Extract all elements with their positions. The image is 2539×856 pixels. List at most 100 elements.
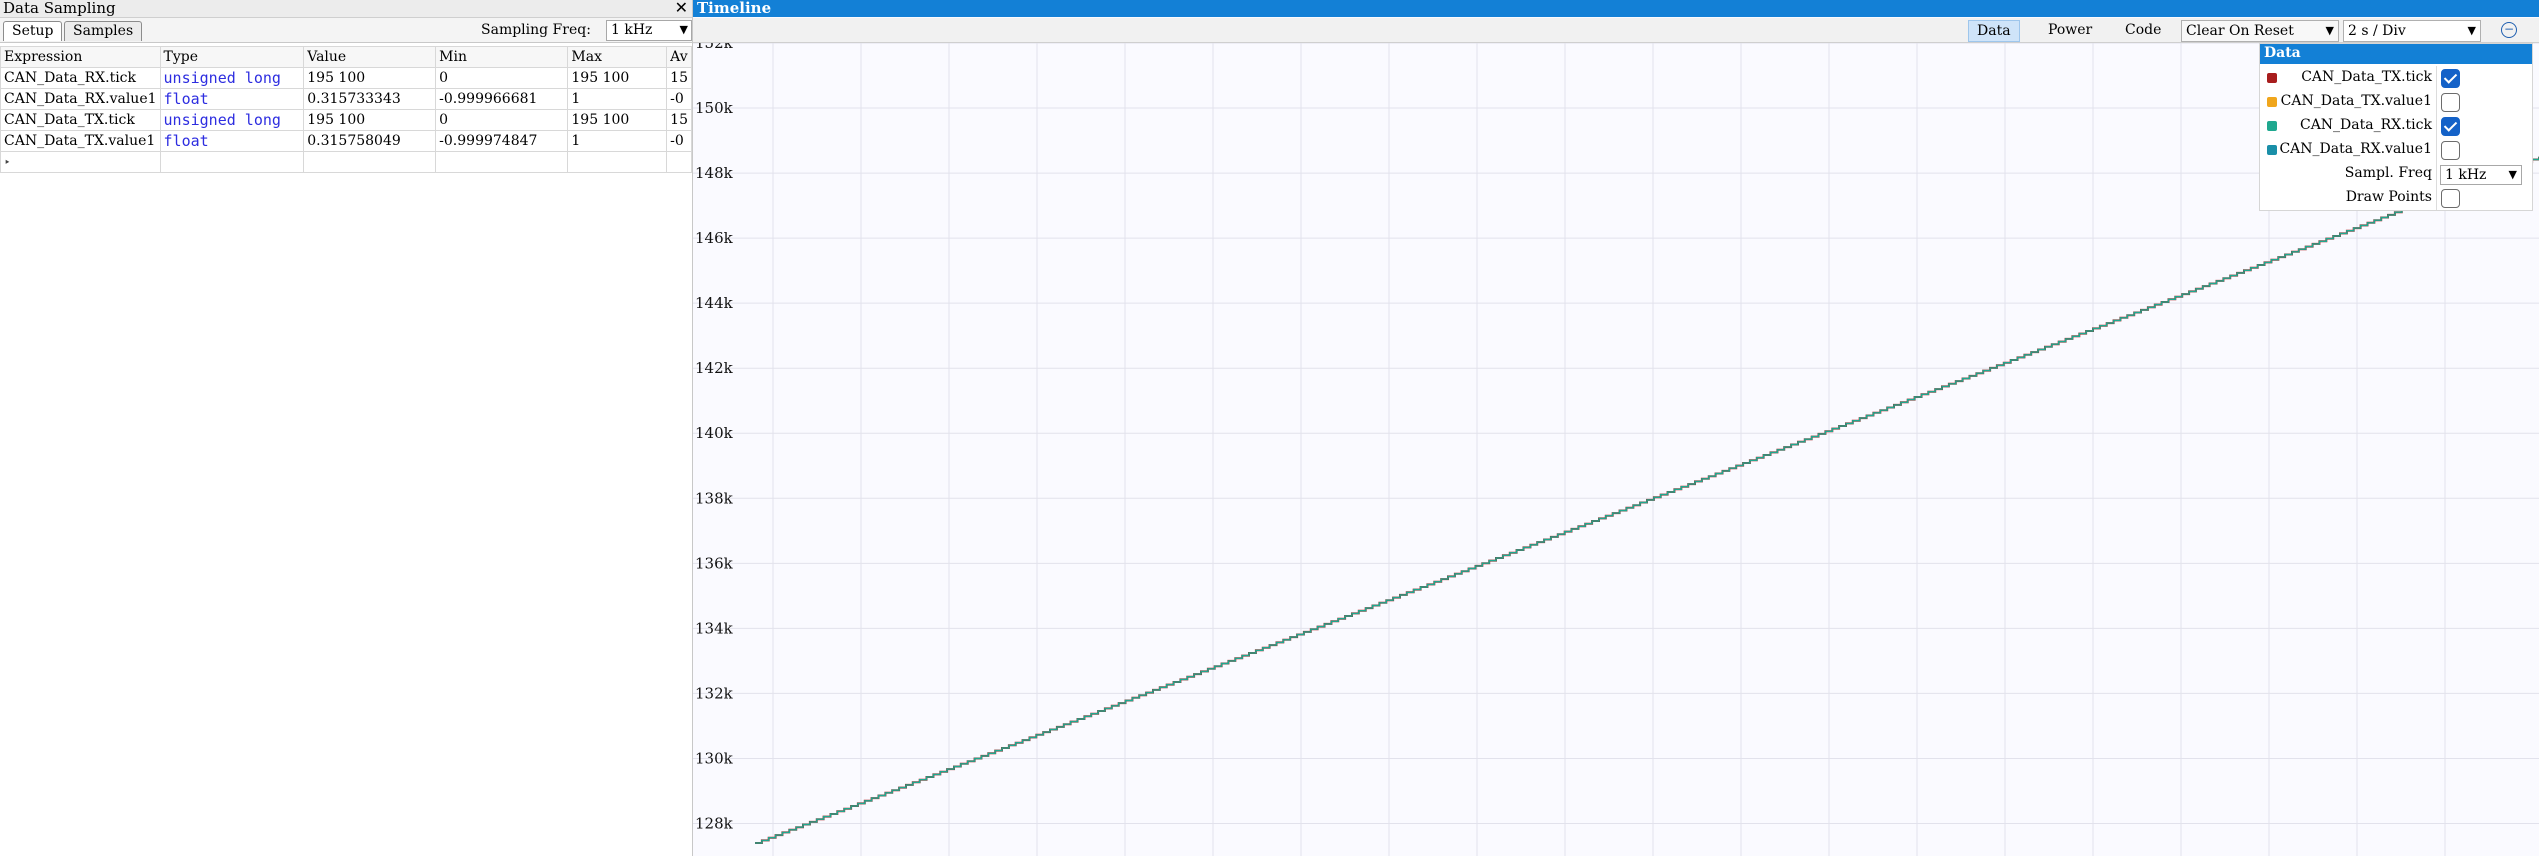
average-cell: 15 [666, 67, 692, 89]
y-tick-label: 136k [695, 554, 734, 572]
y-tick-label: 148k [695, 164, 734, 182]
timeline-panel: Timeline Data Power Code Clear On Reset … [693, 0, 2539, 856]
table-row[interactable]: CAN_Data_TX.value1 float 0.315758049 -0.… [0, 130, 692, 152]
tab-setup[interactable]: Setup [3, 21, 63, 41]
legend-label: CAN_Data_TX.tick [2301, 69, 2432, 85]
sampling-freq-select[interactable]: 1 kHz ▼ [606, 20, 692, 41]
max-cell: 195 100 [567, 109, 668, 131]
data-legend-panel: Data CAN_Data_TX.tick CAN_Data_TX.value1… [2259, 43, 2533, 211]
type-cell: float [159, 88, 305, 110]
average-cell: 15 [666, 109, 692, 131]
data-sampling-toolbar: Setup Samples Sampling Freq: 1 kHz ▼ [0, 18, 692, 43]
series-visible-checkbox[interactable] [2441, 69, 2460, 88]
legend-title: Data [2264, 45, 2301, 61]
sampl-freq-value: 1 kHz [2445, 167, 2487, 183]
average-cell: -0 [666, 130, 692, 152]
table-header-row: ^ Expression Type Value Min Max Av [0, 46, 692, 68]
code-view-button[interactable]: Code [2117, 20, 2169, 40]
min-cell: 0 [435, 67, 569, 89]
legend-item: CAN_Data_TX.value1 [2260, 90, 2532, 114]
time-per-div-value: 2 s / Div [2348, 23, 2406, 39]
plot-series [755, 156, 2539, 844]
column-header-type[interactable]: Type [159, 46, 305, 68]
empty-cell [159, 151, 305, 173]
power-view-button[interactable]: Power [2040, 20, 2100, 40]
legend-swatch [2267, 97, 2277, 107]
data-sampling-title-bar: Data Sampling ✕ [0, 0, 692, 18]
value-cell: 0.315733343 [303, 88, 437, 110]
expression-table: ^ Expression Type Value Min Max Av CAN_Da… [0, 46, 692, 173]
legend-swatch [2267, 121, 2277, 131]
expression-cell[interactable]: CAN_Data_TX.tick [0, 109, 161, 131]
empty-cell [435, 151, 569, 173]
tab-samples[interactable]: Samples [64, 21, 143, 41]
value-cell: 195 100 [303, 67, 437, 89]
y-tick-label: 134k [695, 619, 734, 637]
max-cell: 1 [567, 130, 668, 152]
min-cell: -0.999974847 [435, 130, 569, 152]
clear-mode-select[interactable]: Clear On Reset ▼ [2181, 20, 2339, 42]
timeline-title: Timeline [697, 0, 772, 17]
legend-divider [2436, 66, 2437, 90]
series-visible-checkbox[interactable] [2441, 141, 2460, 160]
series-visible-checkbox[interactable] [2441, 93, 2460, 112]
legend-swatch [2267, 145, 2277, 155]
y-tick-label: 130k [695, 749, 734, 767]
value-cell: 195 100 [303, 109, 437, 131]
draw-points-row: Draw Points [2260, 186, 2532, 210]
max-cell: 1 [567, 88, 668, 110]
draw-points-checkbox[interactable] [2441, 189, 2460, 208]
legend-divider [2436, 162, 2437, 186]
empty-cell [303, 151, 437, 173]
column-header-min[interactable]: Min [435, 46, 569, 68]
legend-label: CAN_Data_RX.tick [2299, 117, 2432, 133]
expression-cell[interactable]: CAN_Data_RX.tick [0, 67, 161, 89]
sampl-freq-select[interactable]: 1 kHz ▼ [2440, 165, 2522, 185]
legend-divider [2436, 114, 2437, 138]
timeline-toolbar: Data Power Code Clear On Reset ▼ 2 s / D… [693, 18, 2539, 43]
series-line-can-data-rx-tick [755, 156, 2539, 844]
draw-points-label: Draw Points [2345, 189, 2432, 205]
chevron-down-icon: ▼ [679, 23, 688, 36]
legend-item: CAN_Data_RX.value1 [2260, 138, 2532, 162]
new-expression-row[interactable]: ‣ [0, 151, 692, 173]
time-per-div-select[interactable]: 2 s / Div ▼ [2343, 20, 2481, 42]
chevron-down-icon: ▼ [2467, 24, 2476, 37]
expression-cell[interactable]: CAN_Data_RX.value1 [0, 88, 161, 110]
column-header-max[interactable]: Max [567, 46, 668, 68]
new-expression-cell[interactable]: ‣ [0, 151, 161, 173]
column-header-average[interactable]: Av [666, 46, 692, 68]
min-cell: -0.999966681 [435, 88, 569, 110]
clear-mode-value: Clear On Reset [2186, 23, 2294, 39]
max-cell: 195 100 [567, 67, 668, 89]
data-view-button[interactable]: Data [1968, 20, 2020, 42]
close-icon[interactable]: ✕ [675, 0, 688, 16]
column-header-value[interactable]: Value [303, 46, 437, 68]
expression-cell[interactable]: CAN_Data_TX.value1 [0, 130, 161, 152]
sort-caret-icon: ^ [73, 46, 82, 53]
column-header-expression[interactable]: ^ Expression [0, 46, 161, 68]
legend-label: CAN_Data_TX.value1 [2280, 93, 2432, 109]
type-cell: unsigned long [159, 67, 305, 89]
chevron-down-icon: ▼ [2508, 168, 2517, 181]
chevron-down-icon: ▼ [2325, 24, 2334, 37]
series-visible-checkbox[interactable] [2441, 117, 2460, 136]
zoom-out-icon[interactable]: − [2501, 22, 2517, 38]
y-tick-label: 142k [695, 359, 734, 377]
y-tick-label: 144k [695, 294, 734, 312]
legend-item: CAN_Data_TX.tick [2260, 66, 2532, 90]
type-cell: float [159, 130, 305, 152]
y-axis-tick-labels: 128k 130k 132k 134k 136k 138k 140k 142k 144k 146k… [695, 43, 734, 832]
sampl-freq-label: Sampl. Freq [2344, 165, 2432, 181]
legend-divider [2436, 138, 2437, 162]
min-cell: 0 [435, 109, 569, 131]
legend-header: Data [2260, 44, 2532, 64]
y-tick-label: 150k [695, 99, 734, 117]
legend-divider [2436, 90, 2437, 114]
sampling-freq-label: Sampling Freq: [481, 22, 591, 38]
table-row[interactable]: CAN_Data_TX.tick unsigned long 195 100 0… [0, 109, 692, 131]
table-row[interactable]: CAN_Data_RX.value1 float 0.315733343 -0.… [0, 88, 692, 110]
empty-cell [666, 151, 692, 173]
table-row[interactable]: CAN_Data_RX.tick unsigned long 195 100 0… [0, 67, 692, 89]
legend-label: CAN_Data_RX.value1 [2279, 141, 2432, 157]
